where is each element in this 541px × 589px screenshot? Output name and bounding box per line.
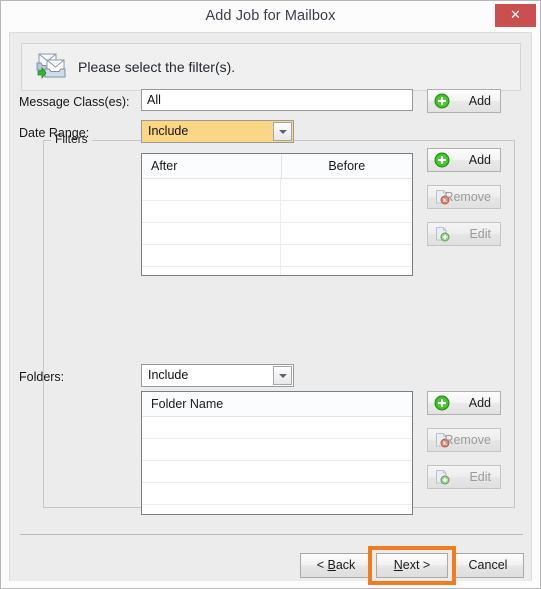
mailbox-import-icon	[34, 52, 68, 84]
message-class-add-label: Add	[468, 94, 491, 108]
table-row[interactable]	[142, 223, 412, 245]
date-range-add-label: Add	[468, 153, 491, 167]
list-item[interactable]	[142, 505, 412, 514]
folders-add-button[interactable]: Add	[427, 391, 501, 415]
list-item[interactable]	[142, 461, 412, 483]
cell-before	[280, 245, 412, 266]
date-range-remove-label: Remove	[444, 190, 491, 204]
close-button[interactable]: ✕	[495, 4, 536, 27]
cell-before	[280, 223, 412, 244]
folders-grid-header: Folder Name	[142, 392, 412, 417]
list-item[interactable]	[142, 439, 412, 461]
list-item[interactable]	[142, 483, 412, 505]
message-class-add-button[interactable]: Add	[427, 89, 501, 113]
cell-before	[280, 267, 412, 275]
cell-folder-name	[142, 505, 412, 514]
cell-after	[142, 245, 280, 266]
folders-edit-label: Edit	[469, 470, 491, 484]
back-button[interactable]: < Back	[300, 553, 372, 578]
list-item[interactable]	[142, 417, 412, 439]
instruction-panel: Please select the filter(s).	[21, 43, 521, 91]
cell-after	[142, 201, 280, 222]
table-row[interactable]	[142, 179, 412, 201]
plus-circle-icon	[434, 395, 450, 411]
title-bar: Add Job for Mailbox ✕	[1, 1, 540, 31]
footer-divider	[20, 534, 523, 535]
folders-label: Folders:	[19, 370, 65, 384]
date-range-grid-header: After Before	[142, 154, 412, 179]
table-row[interactable]	[142, 201, 412, 223]
message-class-input[interactable]: All	[141, 89, 413, 111]
back-button-accel: B	[327, 558, 336, 572]
cell-folder-name	[142, 483, 412, 504]
message-class-label: Message Class(es):	[19, 95, 130, 109]
folders-edit-button: Edit	[427, 465, 501, 489]
cell-after	[142, 223, 280, 244]
cell-folder-name	[142, 417, 412, 438]
date-range-remove-button: Remove	[427, 185, 501, 209]
plus-circle-icon	[434, 93, 450, 109]
chevron-down-icon[interactable]	[273, 366, 292, 385]
table-row[interactable]	[142, 245, 412, 267]
column-header-folder-name[interactable]: Folder Name	[142, 392, 412, 416]
next-button[interactable]: Next >	[376, 553, 448, 578]
plus-circle-icon	[434, 152, 450, 168]
chevron-down-icon[interactable]	[273, 122, 292, 141]
next-button-accel: N	[393, 558, 403, 572]
document-edit-icon	[434, 226, 450, 242]
folders-combo[interactable]: Include	[141, 364, 294, 387]
folders-grid-body	[142, 417, 412, 514]
dialog-window: Add Job for Mailbox ✕ Please select the …	[0, 0, 541, 589]
folders-grid[interactable]: Folder Name	[141, 391, 413, 515]
next-button-suffix: ext >	[402, 558, 431, 572]
instruction-text: Please select the filter(s).	[78, 59, 236, 75]
folders-remove-label: Remove	[444, 433, 491, 447]
date-range-combo-value: Include	[148, 124, 189, 138]
folders-add-label: Add	[468, 396, 491, 410]
cell-before	[280, 201, 412, 222]
window-title: Add Job for Mailbox	[205, 8, 336, 24]
folders-combo-value: Include	[148, 368, 189, 382]
cell-after	[142, 179, 280, 200]
date-range-edit-button: Edit	[427, 222, 501, 246]
date-range-add-button[interactable]: Add	[427, 148, 501, 172]
cell-folder-name	[142, 461, 412, 482]
cell-before	[280, 179, 412, 200]
column-header-after[interactable]: After	[142, 154, 281, 178]
dialog-client-area: Please select the filter(s). Filters Mes…	[9, 32, 532, 581]
date-range-label: Date Range:	[19, 126, 90, 140]
back-button-suffix: ack	[335, 558, 356, 572]
date-range-edit-label: Edit	[469, 227, 491, 241]
folders-remove-button: Remove	[427, 428, 501, 452]
date-range-combo[interactable]: Include	[141, 120, 294, 143]
cell-after	[142, 267, 280, 275]
cell-folder-name	[142, 439, 412, 460]
date-range-grid[interactable]: After Before	[141, 153, 413, 276]
column-header-before[interactable]: Before	[280, 154, 413, 178]
back-button-prefix: <	[316, 558, 328, 572]
date-range-grid-body	[142, 179, 412, 275]
table-row[interactable]	[142, 267, 412, 275]
cancel-button[interactable]: Cancel	[452, 553, 524, 578]
document-edit-icon	[434, 469, 450, 485]
